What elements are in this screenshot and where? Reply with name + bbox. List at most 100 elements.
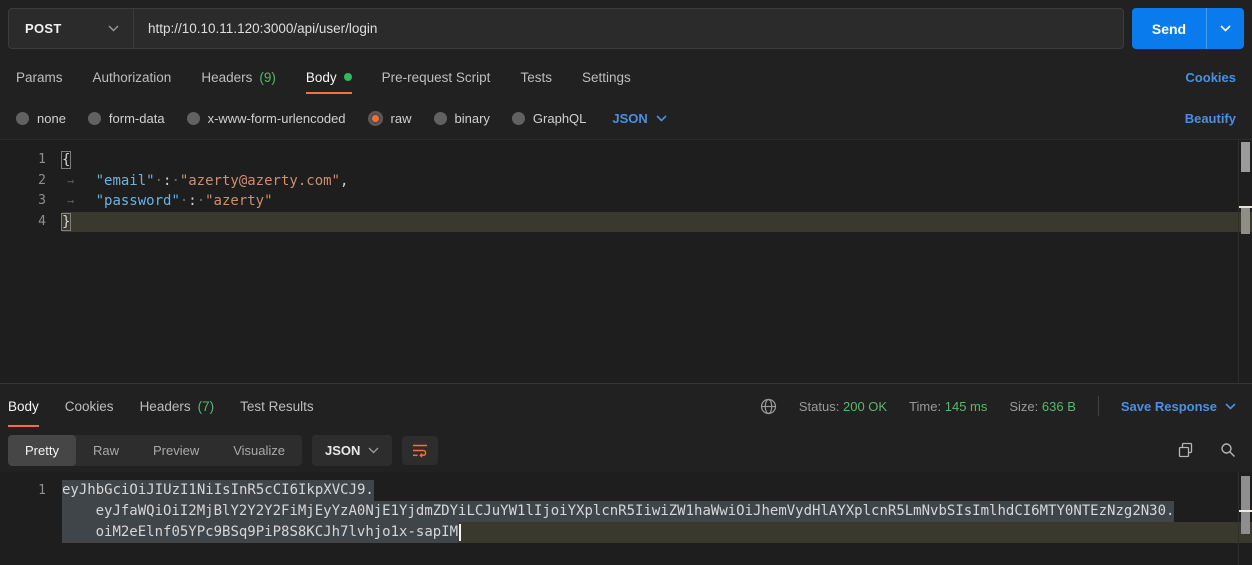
view-visualize[interactable]: Visualize [216,435,302,466]
response-tab-headers[interactable]: Headers (7) [140,384,215,429]
beautify-link[interactable]: Beautify [1185,111,1236,126]
chevron-down-icon [368,447,379,454]
close-brace: } [62,214,70,230]
send-button[interactable]: Send [1132,8,1206,49]
tab-label: Pre-request Script [382,70,491,85]
chevron-down-icon [1220,25,1231,32]
line-number [0,501,62,522]
headers-count-badge: (7) [198,399,215,414]
indent-guide [62,191,96,212]
send-group: Send [1132,8,1244,49]
response-tab-body[interactable]: Body [8,384,39,429]
editor-scrollbar[interactable] [1238,140,1252,383]
copy-icon[interactable] [1178,442,1194,458]
tab-params[interactable]: Params [16,57,63,97]
colon: : [188,193,196,209]
tab-label: Settings [582,70,631,85]
save-response-label: Save Response [1121,399,1217,414]
radio-form-data[interactable]: form-data [88,111,165,126]
json-value-password: "azerty" [205,193,272,209]
response-actions [1178,442,1236,458]
selected-text: eyJhbGciOiJIUzI1NiIsInR5cCI6IkpXVCJ9. [62,480,374,501]
status-badge: Status: 200 OK [799,399,887,414]
send-options-button[interactable] [1206,8,1244,49]
url-box [134,9,1123,48]
chevron-down-icon [656,115,667,122]
postman-window: POST Send Params Authorization [0,0,1252,565]
radio-selected-icon [368,111,383,126]
headers-count-badge: (9) [259,70,276,85]
tab-body[interactable]: Body [306,57,352,97]
radio-icon [187,112,200,125]
search-icon[interactable] [1220,442,1236,458]
code-line-2: 2 "email":"azerty@azerty.com", [0,171,1252,192]
tab-label: Body [306,70,337,85]
response-language-dropdown[interactable]: JSON [312,435,392,466]
tab-pre-request-script[interactable]: Pre-request Script [382,57,491,97]
response-tab-cookies[interactable]: Cookies [65,384,114,429]
tab-label: Headers [140,399,191,414]
line-number: 1 [0,150,62,171]
view-raw[interactable]: Raw [76,435,136,466]
radio-label: form-data [109,111,165,126]
method-dropdown[interactable]: POST [9,9,134,48]
tab-settings[interactable]: Settings [582,57,631,97]
wrap-line-icon [412,443,428,458]
cookies-link[interactable]: Cookies [1185,70,1236,85]
radio-none[interactable]: none [16,111,66,126]
radio-icon [434,112,447,125]
wrap-line-button[interactable] [402,436,438,465]
colon: : [163,173,171,189]
response-tab-test-results[interactable]: Test Results [240,384,314,429]
radio-icon [16,112,29,125]
language-label: JSON [612,111,647,126]
code-line-1: 1 { [0,150,1252,171]
radio-icon [512,112,525,125]
line-number: 3 [0,191,62,212]
view-preview[interactable]: Preview [136,435,216,466]
response-body-viewer[interactable]: 1 eyJhbGciOiJIUzI1NiIsInR5cCI6IkpXVCJ9. … [0,472,1252,565]
text-cursor [459,524,461,541]
radio-graphql[interactable]: GraphQL [512,111,586,126]
body-language-dropdown[interactable]: JSON [612,111,666,126]
scrollbar-thumb[interactable] [1241,476,1250,534]
response-line-2: eyJfaWQiOiI2MjBlY2Y2Y2FiMjEyYzA0NjE1Yjdm… [0,501,1252,522]
tab-label: Headers [201,70,252,85]
code-line-4: 4 } [0,212,1252,233]
request-body-editor[interactable]: 1 { 2 "email":"azerty@azerty.com", 3 "pa… [0,140,1252,383]
chevron-down-icon [108,25,119,32]
json-value-email: "azerty@azerty.com" [180,173,340,189]
radio-icon [88,112,101,125]
radio-binary[interactable]: binary [434,111,490,126]
radio-raw[interactable]: raw [368,111,412,126]
response-scrollbar[interactable] [1238,472,1252,565]
tab-headers[interactable]: Headers (9) [201,57,276,97]
radio-label: raw [391,111,412,126]
url-input[interactable] [134,21,1123,36]
tab-authorization[interactable]: Authorization [93,57,172,97]
tab-label: Body [8,399,39,414]
selected-text: eyJfaWQiOiI2MjBlY2Y2Y2FiMjEyYzA0NjE1Yjdm… [62,501,1174,522]
code-line-3: 3 "password":"azerty" [0,191,1252,212]
network-globe-icon[interactable] [760,398,777,415]
save-response-dropdown[interactable]: Save Response [1121,399,1236,414]
response-header: Body Cookies Headers (7) Test Results St… [0,383,1252,428]
response-view-switch: Pretty Raw Preview Visualize [8,435,302,466]
chevron-down-icon [1225,403,1236,410]
size-badge: Size: 636 B [1009,399,1076,414]
tab-tests[interactable]: Tests [520,57,552,97]
divider [1098,396,1099,416]
overview-marker [1241,208,1250,234]
view-pretty[interactable]: Pretty [8,435,76,466]
open-brace: { [62,152,70,168]
scrollbar-thumb[interactable] [1241,142,1250,172]
response-line-3: oiM2eElnf05YPc9BSq9PiP8S8KCJh7lvhjo1x-sa… [0,522,1252,543]
request-tabs: Params Authorization Headers (9) Body Pr… [0,57,1252,97]
radio-x-www-form-urlencoded[interactable]: x-www-form-urlencoded [187,111,346,126]
cursor-marker [1239,510,1252,512]
whitespace-dot [171,171,179,192]
tab-label: Authorization [93,70,172,85]
body-type-row: none form-data x-www-form-urlencoded raw… [0,97,1252,140]
line-number: 4 [0,212,62,233]
line-number: 2 [0,171,62,192]
